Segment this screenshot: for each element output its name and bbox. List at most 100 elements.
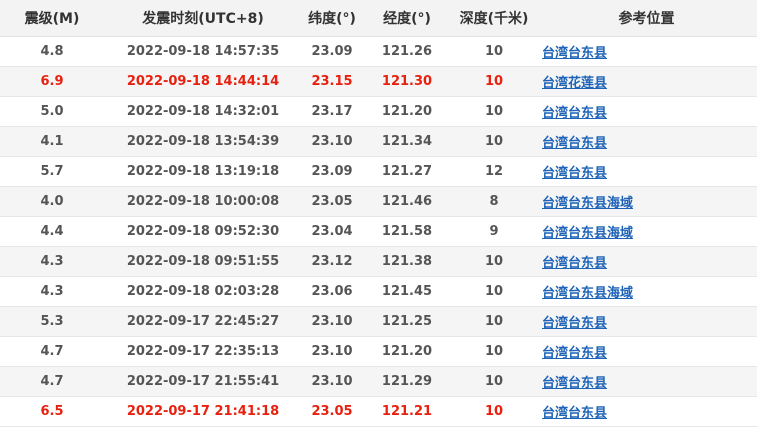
latitude-column-header: 纬度(°) <box>302 0 362 37</box>
magnitude-cell: 4.3 <box>0 246 104 277</box>
table-row: 4.8 2022-09-18 14:57:35 23.09 121.26 10 台湾台东县 <box>0 36 757 67</box>
location-link[interactable]: 台湾台东县 <box>542 106 607 121</box>
depth-cell: 10 <box>452 306 536 337</box>
table-row: 4.0 2022-09-18 10:00:08 23.05 121.46 8 台湾台东县海… <box>0 186 757 217</box>
earthquake-list-table: 震级(M) 发震时刻(UTC+8) 纬度(°) 经度(°) 深度(千米) 参考位… <box>0 0 757 427</box>
location-cell: 台湾台东县 <box>536 156 757 187</box>
time-column-header: 发震时刻(UTC+8) <box>104 0 302 37</box>
magnitude-cell: 5.3 <box>0 306 104 337</box>
location-column-header: 参考位置 <box>536 0 757 37</box>
magnitude-cell: 4.0 <box>0 186 104 217</box>
time-cell: 2022-09-17 22:45:27 <box>104 306 302 337</box>
depth-cell: 9 <box>452 216 536 247</box>
latitude-cell: 23.04 <box>302 216 362 247</box>
depth-cell: 12 <box>452 156 536 187</box>
depth-cell: 10 <box>452 366 536 397</box>
location-cell: 台湾台东县 <box>536 126 757 157</box>
longitude-cell: 121.21 <box>362 396 452 427</box>
latitude-cell: 23.10 <box>302 366 362 397</box>
latitude-cell: 23.17 <box>302 96 362 127</box>
latitude-cell: 23.05 <box>302 186 362 217</box>
location-cell: 台湾台东县海域 <box>536 216 757 247</box>
location-link[interactable]: 台湾台东县 <box>542 316 607 331</box>
table-row: 4.7 2022-09-17 22:35:13 23.10 121.20 10 台湾台东县 <box>0 336 757 367</box>
latitude-cell: 23.09 <box>302 36 362 67</box>
location-cell: 台湾花莲县 <box>536 66 757 97</box>
longitude-cell: 121.26 <box>362 36 452 67</box>
time-cell: 2022-09-18 14:32:01 <box>104 96 302 127</box>
time-cell: 2022-09-17 22:35:13 <box>104 336 302 367</box>
table-row: 5.3 2022-09-17 22:45:27 23.10 121.25 10 台湾台东县 <box>0 306 757 337</box>
magnitude-cell: 4.7 <box>0 336 104 367</box>
location-link[interactable]: 台湾台东县 <box>542 46 607 61</box>
depth-cell: 10 <box>452 96 536 127</box>
location-link[interactable]: 台湾台东县 <box>542 376 607 391</box>
location-link[interactable]: 台湾台东县 <box>542 136 607 151</box>
location-cell: 台湾台东县 <box>536 336 757 367</box>
latitude-cell: 23.10 <box>302 306 362 337</box>
location-link[interactable]: 台湾台东县海域 <box>542 196 633 211</box>
table-row: 5.0 2022-09-18 14:32:01 23.17 121.20 10 台湾台东县 <box>0 96 757 127</box>
time-cell: 2022-09-18 14:57:35 <box>104 36 302 67</box>
depth-column-header: 深度(千米) <box>452 0 536 37</box>
table-row: 5.7 2022-09-18 13:19:18 23.09 121.27 12 台湾台东县 <box>0 156 757 187</box>
location-cell: 台湾台东县海域 <box>536 276 757 307</box>
depth-cell: 10 <box>452 276 536 307</box>
depth-cell: 10 <box>452 396 536 427</box>
table-row: 4.4 2022-09-18 09:52:30 23.04 121.58 9 台湾台东县海… <box>0 216 757 247</box>
location-link[interactable]: 台湾台东县 <box>542 406 607 421</box>
time-cell: 2022-09-18 10:00:08 <box>104 186 302 217</box>
location-link[interactable]: 台湾花莲县 <box>542 76 607 91</box>
depth-cell: 10 <box>452 246 536 277</box>
table-row: 6.9 2022-09-18 14:44:14 23.15 121.30 10 台湾花莲县 <box>0 66 757 97</box>
longitude-cell: 121.25 <box>362 306 452 337</box>
latitude-cell: 23.12 <box>302 246 362 277</box>
depth-cell: 10 <box>452 126 536 157</box>
location-cell: 台湾台东县 <box>536 306 757 337</box>
location-link[interactable]: 台湾台东县 <box>542 166 607 181</box>
latitude-cell: 23.09 <box>302 156 362 187</box>
time-cell: 2022-09-18 09:52:30 <box>104 216 302 247</box>
longitude-cell: 121.45 <box>362 276 452 307</box>
time-cell: 2022-09-18 13:19:18 <box>104 156 302 187</box>
longitude-cell: 121.30 <box>362 66 452 97</box>
longitude-column-header: 经度(°) <box>362 0 452 37</box>
table-header: 震级(M) 发震时刻(UTC+8) 纬度(°) 经度(°) 深度(千米) 参考位… <box>0 0 757 37</box>
latitude-cell: 23.15 <box>302 66 362 97</box>
magnitude-cell: 5.0 <box>0 96 104 127</box>
latitude-cell: 23.10 <box>302 126 362 157</box>
longitude-cell: 121.58 <box>362 216 452 247</box>
location-link[interactable]: 台湾台东县海域 <box>542 226 633 241</box>
longitude-cell: 121.27 <box>362 156 452 187</box>
magnitude-column-header: 震级(M) <box>0 0 104 37</box>
location-cell: 台湾台东县 <box>536 246 757 277</box>
latitude-cell: 23.10 <box>302 336 362 367</box>
time-cell: 2022-09-18 02:03:28 <box>104 276 302 307</box>
location-cell: 台湾台东县 <box>536 396 757 427</box>
magnitude-cell: 6.9 <box>0 66 104 97</box>
location-cell: 台湾台东县 <box>536 36 757 67</box>
table-row: 4.3 2022-09-18 09:51:55 23.12 121.38 10 台湾台东县 <box>0 246 757 277</box>
longitude-cell: 121.38 <box>362 246 452 277</box>
magnitude-cell: 6.5 <box>0 396 104 427</box>
longitude-cell: 121.29 <box>362 366 452 397</box>
table-row: 4.1 2022-09-18 13:54:39 23.10 121.34 10 台湾台东县 <box>0 126 757 157</box>
magnitude-cell: 4.7 <box>0 366 104 397</box>
latitude-cell: 23.05 <box>302 396 362 427</box>
depth-cell: 10 <box>452 36 536 67</box>
longitude-cell: 121.34 <box>362 126 452 157</box>
header-row: 震级(M) 发震时刻(UTC+8) 纬度(°) 经度(°) 深度(千米) 参考位… <box>0 0 757 37</box>
location-link[interactable]: 台湾台东县 <box>542 256 607 271</box>
table-row: 6.5 2022-09-17 21:41:18 23.05 121.21 10 台湾台东县 <box>0 396 757 427</box>
time-cell: 2022-09-17 21:41:18 <box>104 396 302 427</box>
time-cell: 2022-09-18 09:51:55 <box>104 246 302 277</box>
location-cell: 台湾台东县 <box>536 96 757 127</box>
location-link[interactable]: 台湾台东县 <box>542 346 607 361</box>
longitude-cell: 121.20 <box>362 96 452 127</box>
time-cell: 2022-09-18 14:44:14 <box>104 66 302 97</box>
magnitude-cell: 4.4 <box>0 216 104 247</box>
depth-cell: 10 <box>452 66 536 97</box>
location-cell: 台湾台东县海域 <box>536 186 757 217</box>
latitude-cell: 23.06 <box>302 276 362 307</box>
location-link[interactable]: 台湾台东县海域 <box>542 286 633 301</box>
